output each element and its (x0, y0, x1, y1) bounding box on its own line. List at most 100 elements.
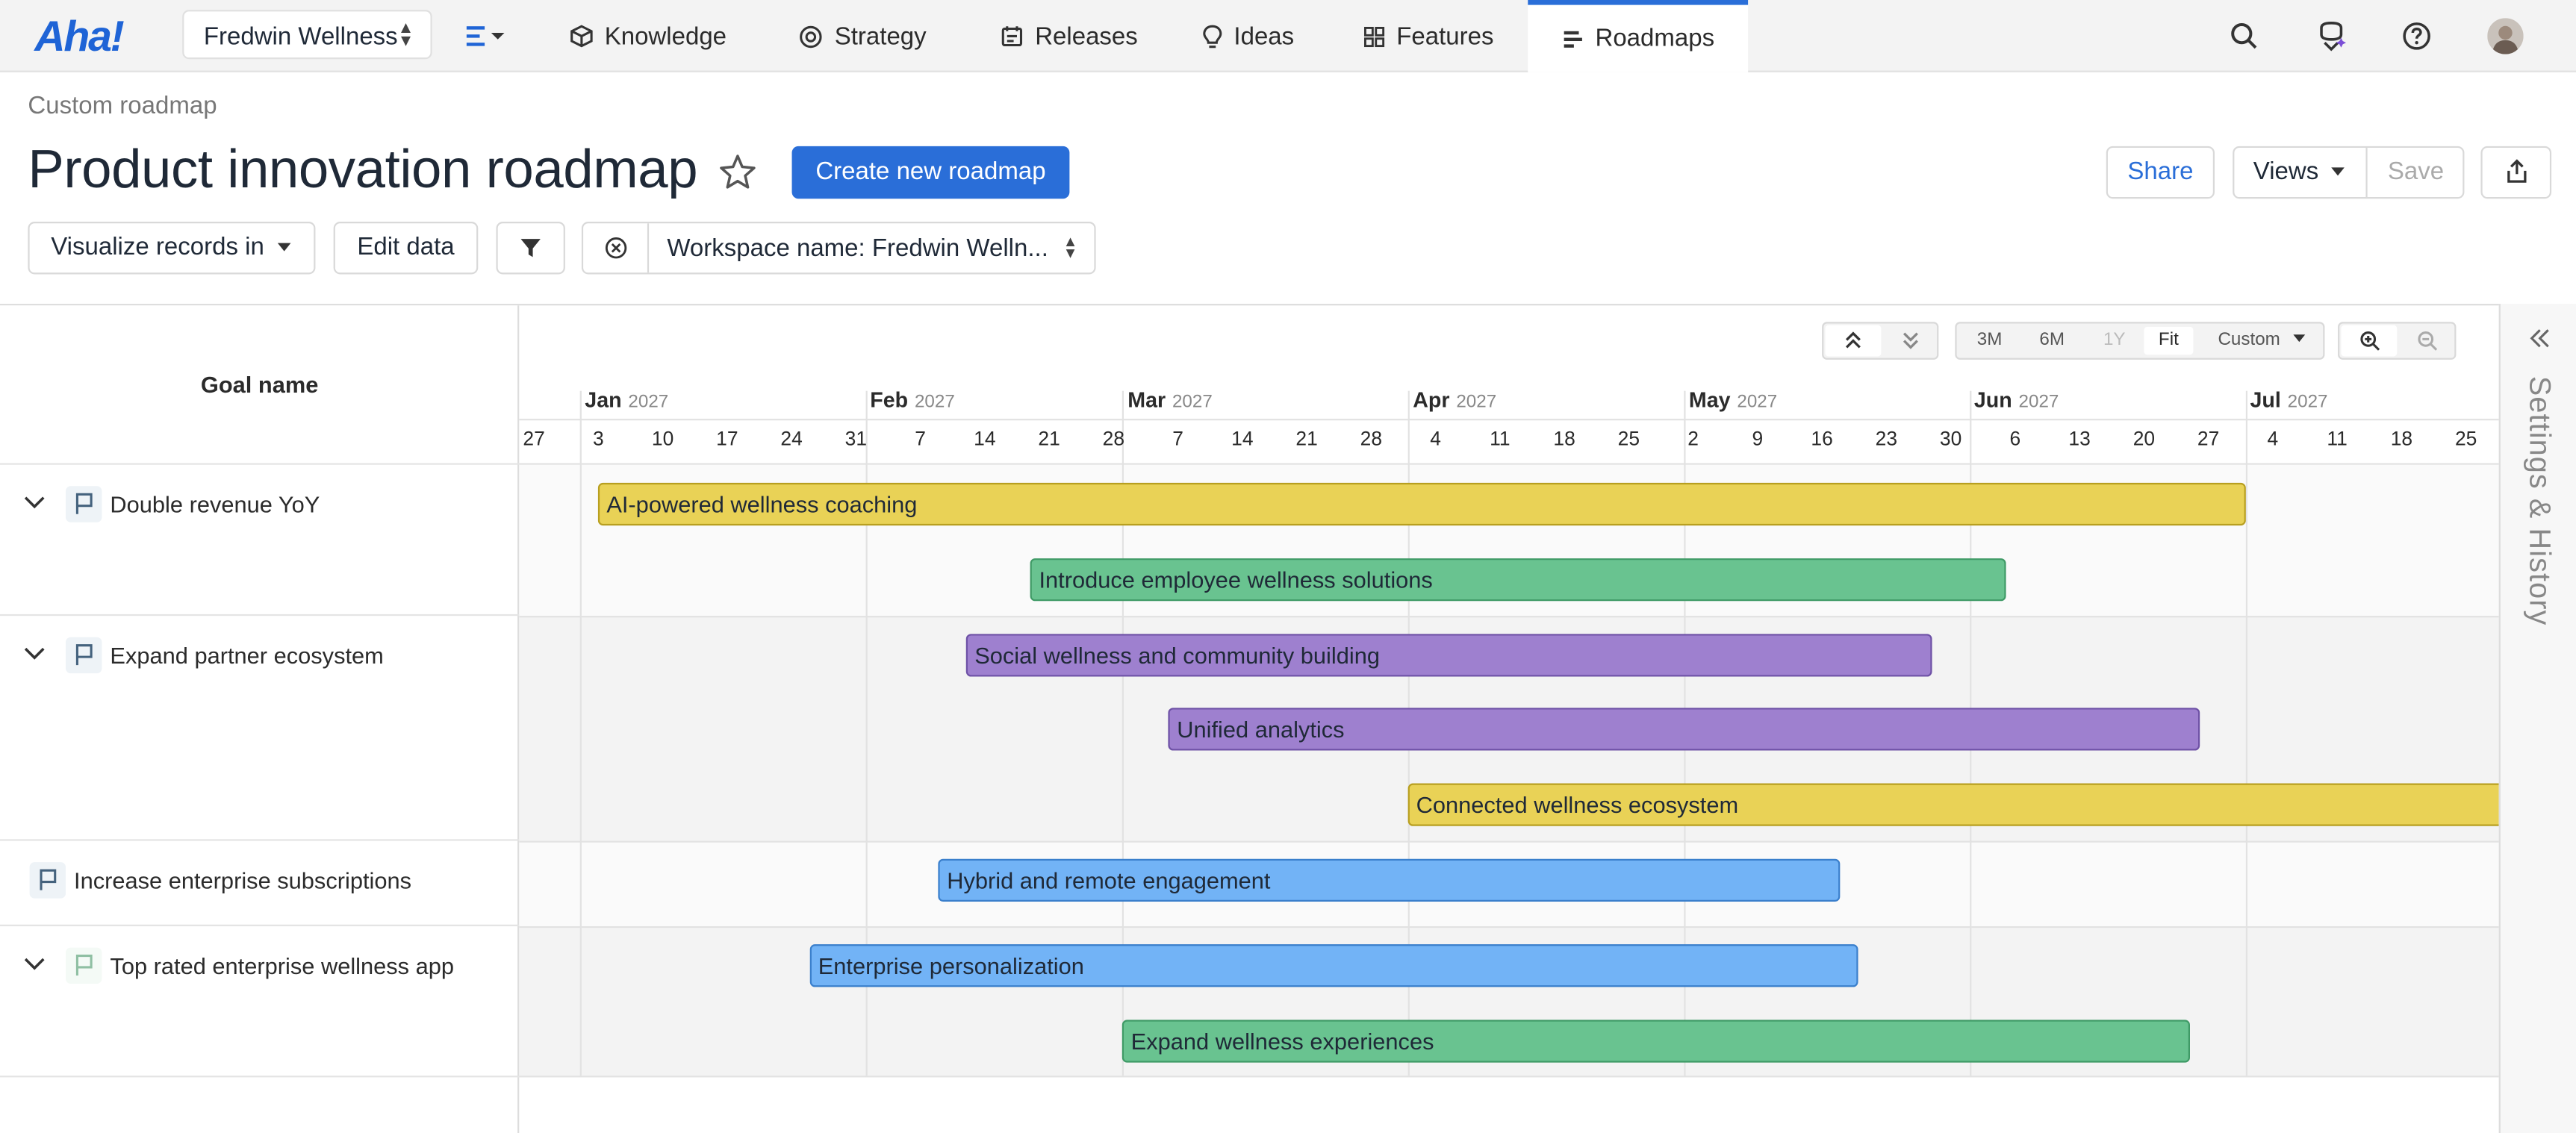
roadmap-bar[interactable]: Expand wellness experiences (1122, 1020, 2190, 1063)
goal-flag-icon (66, 486, 102, 522)
visualize-records-button[interactable]: Visualize records in (28, 222, 316, 275)
zoom-option-3m[interactable]: 3M (1963, 327, 2015, 355)
month-name: Apr (1413, 387, 1450, 413)
nav-item-roadmaps[interactable]: Roadmaps (1528, 0, 1749, 72)
nav-item-knowledge[interactable]: Knowledge (570, 0, 727, 72)
chevron-down-icon[interactable] (23, 646, 46, 662)
goal-name: Increase enterprise subscriptions (74, 867, 412, 893)
goal-row[interactable]: Expand partner ecosystem (0, 616, 520, 841)
calendar-icon (1001, 26, 1023, 47)
workspace-selector[interactable]: Fredwin Wellness ▲ ▼ (182, 10, 432, 60)
search-icon[interactable] (2228, 19, 2261, 52)
nav-item-strategy[interactable]: Strategy (798, 0, 927, 72)
week-label: 28 (1102, 427, 1125, 450)
zoom-out-button[interactable] (2398, 325, 2454, 357)
week-label: 27 (523, 427, 545, 450)
month-label: May 2027 (1689, 387, 1777, 412)
breadcrumb[interactable]: Custom roadmap (28, 92, 217, 119)
goal-name: Double revenue YoY (110, 490, 320, 518)
workspace-name: Fredwin Wellness (203, 22, 398, 52)
zoom-option-6m[interactable]: 6M (2026, 327, 2078, 355)
save-button[interactable]: Save (2368, 148, 2465, 197)
logo[interactable]: Aha! (34, 11, 125, 62)
week-label: 4 (2267, 427, 2279, 450)
week-label: 10 (651, 427, 674, 450)
menu-toggle-button[interactable] (465, 23, 508, 49)
nav-label: Knowledge (604, 22, 727, 51)
goal-row[interactable]: Double revenue YoY (0, 465, 520, 617)
week-label: 2 (1687, 427, 1699, 450)
nav-item-releases[interactable]: Releases (1001, 0, 1138, 72)
month-label: Jul 2027 (2250, 387, 2328, 412)
zoom-option-fit[interactable]: Fit (2144, 326, 2194, 355)
views-label: Views (2253, 157, 2319, 186)
nav-label: Ideas (1233, 22, 1295, 51)
double-chevron-left-icon[interactable] (2528, 327, 2551, 350)
star-icon[interactable] (718, 153, 758, 193)
workspace-filter[interactable]: Workspace name: Fredwin Welln... ▲ ▼ (581, 222, 1096, 275)
avatar[interactable] (2487, 18, 2524, 54)
month-label: Jun 2027 (1974, 387, 2059, 412)
zoom-option-1y[interactable]: 1Y (2088, 327, 2141, 355)
month-label: Feb 2027 (870, 387, 955, 412)
export-button[interactable] (2480, 146, 2552, 199)
filter-icon (520, 239, 541, 258)
zoom-level-selector: 3M 6M 1Y Fit Custom (1955, 322, 2325, 360)
page-title: Product innovation roadmap (28, 137, 698, 199)
roadmap-bar[interactable]: AI-powered wellness coaching (598, 482, 2245, 526)
nav-label: Features (1396, 22, 1494, 51)
month-year: 2027 (2018, 392, 2059, 413)
roadmap-bar[interactable]: Connected wellness ecosystem (1407, 783, 2499, 826)
roadmap-icon (1564, 30, 1582, 47)
edit-data-button[interactable]: Edit data (333, 222, 479, 275)
week-label: 20 (2132, 427, 2156, 450)
help-icon[interactable] (2401, 19, 2433, 52)
week-label: 27 (2197, 427, 2220, 450)
week-label: 3 (592, 427, 604, 450)
divider (519, 419, 2499, 421)
collapse-expand-controls (1822, 322, 1939, 360)
month-label: Jan 2027 (585, 387, 668, 412)
chevron-down-icon[interactable] (23, 494, 46, 511)
week-label: 21 (1295, 427, 1318, 450)
zoom-in-icon (2360, 331, 2380, 351)
roadmap-bar[interactable]: Introduce employee wellness solutions (1030, 558, 2006, 602)
month-label: Apr 2027 (1413, 387, 1496, 412)
share-button[interactable]: Share (2106, 146, 2215, 199)
month-gridline (579, 390, 582, 1076)
create-roadmap-button[interactable]: Create new roadmap (791, 146, 1070, 199)
week-label: 30 (1939, 427, 1962, 450)
week-label: 18 (2390, 427, 2413, 450)
export-icon (2507, 159, 2526, 183)
week-label: 25 (2454, 427, 2477, 450)
goal-row[interactable]: Top rated enterprise wellness app (0, 926, 520, 1078)
divider (519, 1076, 2499, 1078)
roadmap-bar[interactable]: Unified analytics (1169, 708, 2200, 751)
zoom-option-custom[interactable]: Custom (2203, 327, 2321, 355)
roadmap-bar[interactable]: Hybrid and remote engagement (939, 858, 1841, 902)
settings-history-panel[interactable]: Settings & History (2498, 304, 2576, 1133)
goal-column-header[interactable]: Goal name (0, 371, 519, 397)
ai-assistant-icon[interactable] (2315, 19, 2348, 52)
caret-down-icon (2293, 334, 2306, 343)
caret-down-icon (2332, 167, 2345, 176)
week-label: 11 (2327, 427, 2348, 450)
goal-row[interactable]: Increase enterprise subscriptions (0, 841, 520, 926)
nav-item-ideas[interactable]: Ideas (1203, 0, 1295, 72)
caret-down-icon (277, 243, 291, 252)
roadmap-bar[interactable]: Social wellness and community building (966, 634, 1932, 677)
views-button[interactable]: Views (2234, 148, 2368, 198)
week-label: 17 (716, 427, 738, 450)
filter-button[interactable] (496, 222, 565, 275)
clear-filter-button[interactable] (583, 223, 650, 273)
goal-name: Top rated enterprise wellness app (110, 952, 455, 979)
nav-item-features[interactable]: Features (1363, 0, 1494, 72)
zoom-in-button[interactable] (2341, 325, 2398, 357)
double-chevron-up-icon (1845, 331, 1861, 349)
roadmap-bar[interactable]: Enterprise personalization (809, 944, 1859, 987)
expand-all-button[interactable] (1883, 325, 1938, 357)
collapse-all-button[interactable] (1825, 325, 1882, 357)
settings-history-label: Settings & History (2523, 375, 2557, 626)
chevron-down-icon[interactable] (23, 956, 46, 973)
week-label: 7 (1172, 427, 1183, 450)
